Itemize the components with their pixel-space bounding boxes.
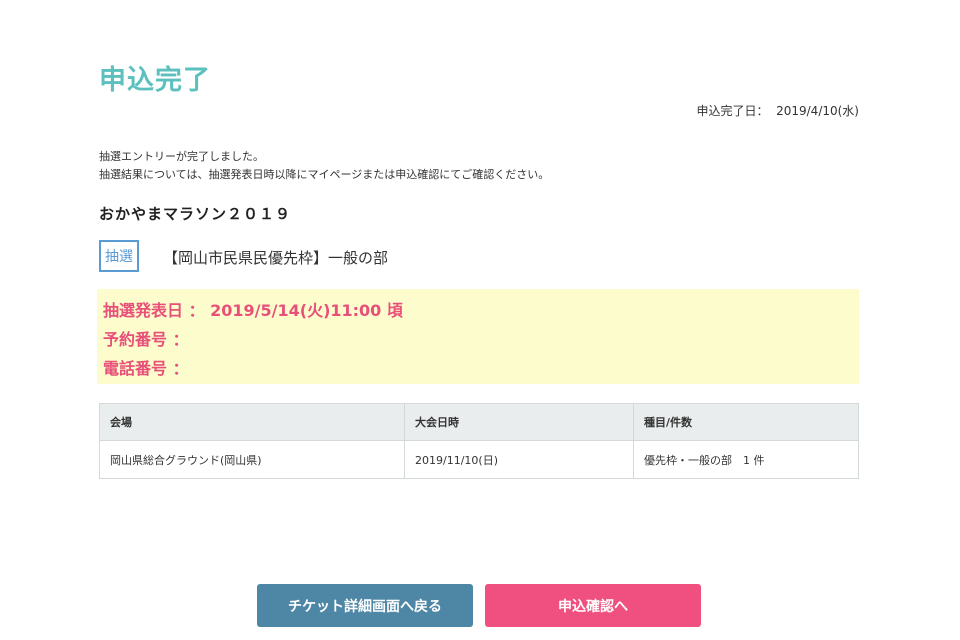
event-title: おかやまマラソン２０１９: [99, 205, 292, 223]
table-header-row: 会場 大会日時 種目/件数: [99, 403, 859, 441]
header-event-date: 大会日時: [404, 403, 634, 441]
header-category-count: 種目/件数: [633, 403, 859, 441]
result-notice-message: 抽選結果については、抽選発表日時以降にマイページまたは申込確認にてご確認ください…: [99, 168, 550, 181]
application-complete-page: 申込完了 申込完了日： 2019/4/10(水) 抽選エントリーが完了しました。…: [0, 0, 960, 640]
entry-details-table: 会場 大会日時 種目/件数 岡山県総合グラウンド(岡山県) 2019/11/10…: [99, 403, 859, 479]
lottery-badge: 抽選: [99, 240, 139, 272]
header-venue: 会場: [99, 403, 405, 441]
phone-number: 電話番号 ：: [103, 359, 189, 378]
table-row: 岡山県総合グラウンド(岡山県) 2019/11/10(日) 優先枠・一般の部 1…: [99, 440, 859, 479]
entry-category-label: 【岡山市民県民優先枠】一般の部: [163, 249, 389, 267]
application-complete-date: 申込完了日： 2019/4/10(水): [696, 104, 859, 118]
go-to-application-confirm-button[interactable]: 申込確認へ: [485, 584, 701, 627]
cell-event-date: 2019/11/10(日): [404, 440, 634, 479]
lottery-info-box: 抽選発表日 ： 2019/5/14(火)11:00 頃 予約番号 ： 電話番号 …: [97, 289, 859, 384]
page-title: 申込完了: [99, 65, 211, 96]
cell-category-count: 優先枠・一般の部 1 件: [633, 440, 859, 479]
cell-venue: 岡山県総合グラウンド(岡山県): [99, 440, 405, 479]
completion-message: 抽選エントリーが完了しました。: [99, 150, 264, 163]
completion-messages: 抽選エントリーが完了しました。 抽選結果については、抽選発表日時以降にマイページ…: [99, 148, 549, 184]
back-to-ticket-details-button[interactable]: チケット詳細画面へ戻る: [257, 584, 473, 627]
reservation-number: 予約番号 ：: [103, 330, 189, 349]
announcement-date: 抽選発表日 ： 2019/5/14(火)11:00 頃: [103, 301, 403, 320]
